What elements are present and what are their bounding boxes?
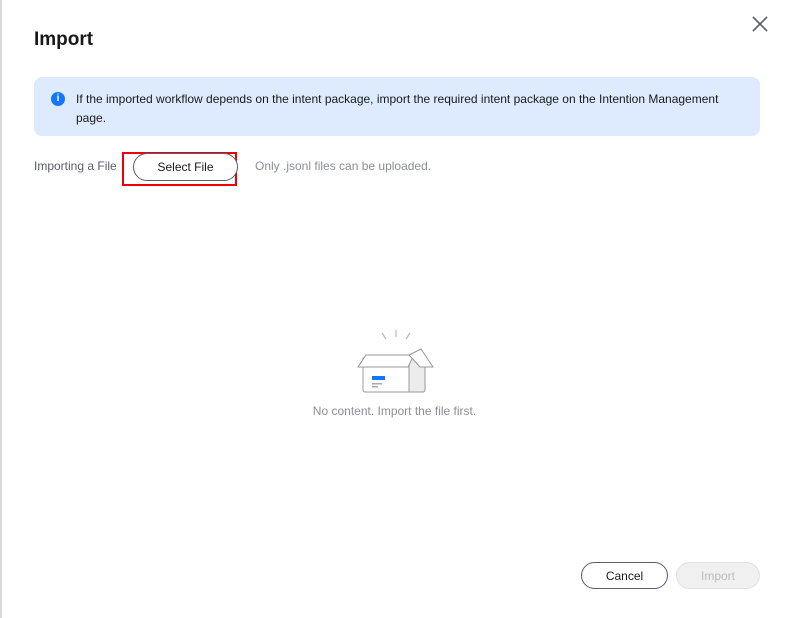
- close-icon[interactable]: [750, 14, 770, 34]
- dialog-title: Import: [34, 29, 94, 50]
- empty-box-icon: [357, 330, 434, 393]
- info-alert: i If the imported workflow depends on th…: [34, 77, 760, 136]
- file-label: Importing a File: [34, 159, 117, 173]
- alert-text: If the imported workflow depends on the …: [76, 92, 719, 125]
- background-edge: [0, 0, 2, 618]
- cancel-button[interactable]: Cancel: [581, 562, 668, 589]
- select-file-button[interactable]: Select File: [133, 153, 238, 181]
- empty-text: No content. Import the file first.: [312, 404, 477, 418]
- file-hint: Only .jsonl files can be uploaded.: [255, 159, 432, 173]
- info-icon: i: [51, 92, 65, 106]
- import-button[interactable]: Import: [676, 562, 760, 589]
